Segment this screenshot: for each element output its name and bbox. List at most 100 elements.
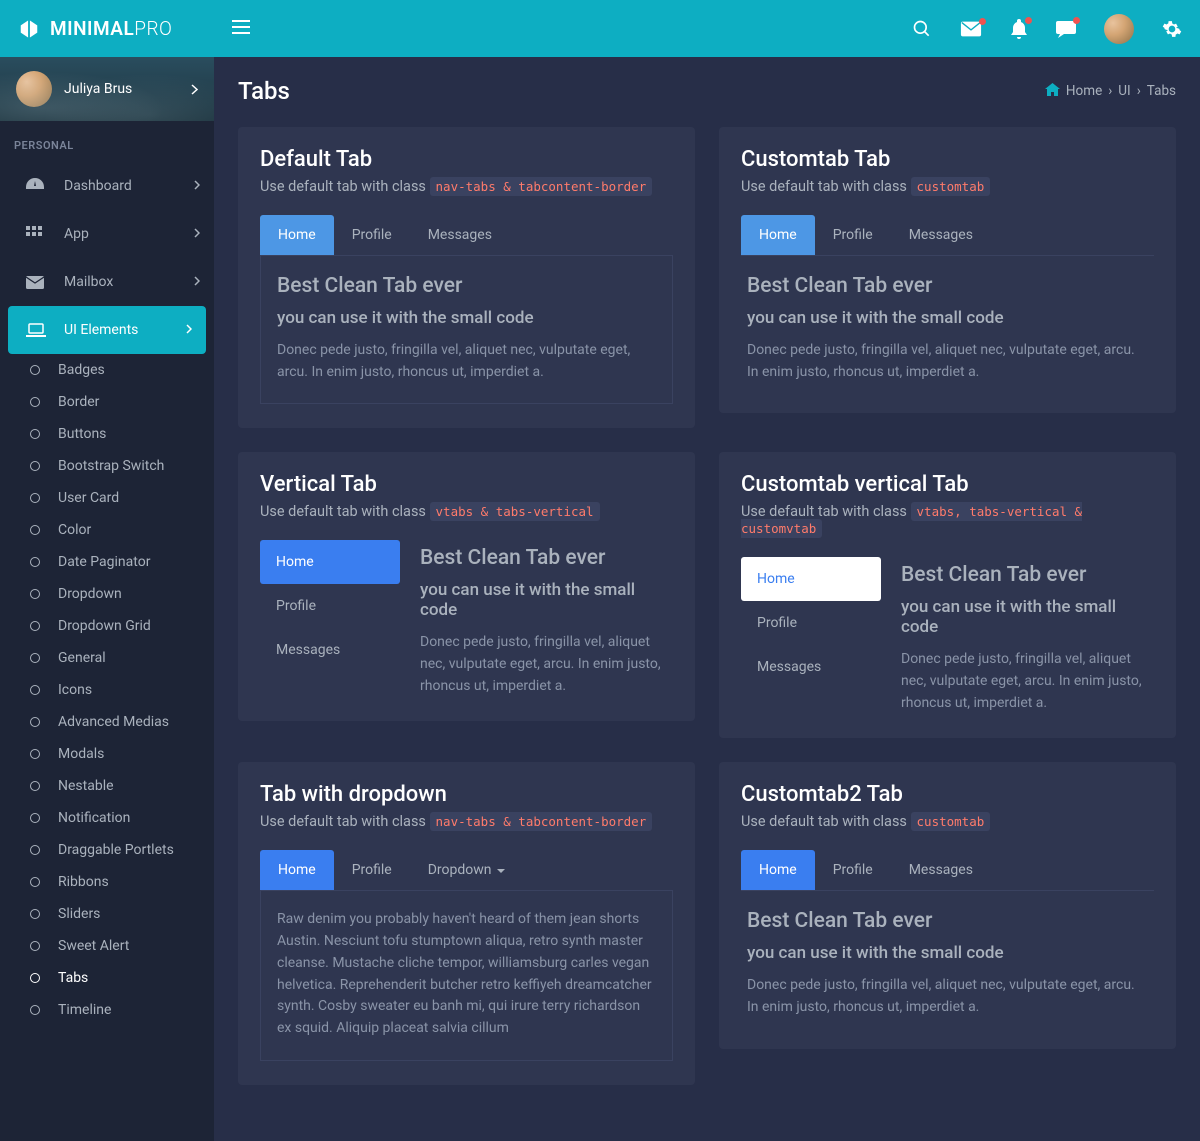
tab-profile[interactable]: Profile bbox=[741, 601, 881, 645]
grid-icon bbox=[26, 226, 48, 242]
box-sub: Use default tab with class nav-tabs & ta… bbox=[260, 813, 673, 830]
tab-home[interactable]: Home bbox=[741, 557, 881, 601]
content-paragraph: Donec pede justo, fringilla vel, aliquet… bbox=[277, 340, 656, 383]
chat-icon[interactable] bbox=[1056, 19, 1076, 39]
tab-profile[interactable]: Profile bbox=[334, 850, 410, 890]
tab-profile[interactable]: Profile bbox=[260, 584, 400, 628]
header-icons bbox=[912, 14, 1182, 44]
nav-label: UI Elements bbox=[64, 322, 138, 338]
tab-home[interactable]: Home bbox=[260, 850, 334, 890]
sidebar-item-dropdown[interactable]: Dropdown bbox=[0, 578, 214, 610]
chevron-right-icon bbox=[191, 80, 198, 99]
home-icon[interactable] bbox=[1045, 83, 1060, 100]
bell-icon[interactable] bbox=[1010, 19, 1028, 39]
tab-content: Best Clean Tab ever you can use it with … bbox=[420, 540, 673, 697]
sidebar-item-color[interactable]: Color bbox=[0, 514, 214, 546]
circle-icon bbox=[30, 973, 40, 983]
tab-home[interactable]: Home bbox=[741, 215, 815, 255]
nav-ui-elements[interactable]: UI Elements bbox=[8, 306, 206, 354]
dashboard-icon bbox=[26, 178, 48, 194]
nav-mailbox[interactable]: Mailbox bbox=[0, 258, 214, 306]
sidebar-item-modals[interactable]: Modals bbox=[0, 738, 214, 770]
box-default-tab: Default Tab Use default tab with class n… bbox=[238, 127, 695, 428]
box-sub: Use default tab with class customtab bbox=[741, 178, 1154, 195]
sidebar-item-notification[interactable]: Notification bbox=[0, 802, 214, 834]
tab-profile[interactable]: Profile bbox=[815, 215, 891, 255]
nav-dashboard[interactable]: Dashboard bbox=[0, 162, 214, 210]
sidebar-item-bootstrap-switch[interactable]: Bootstrap Switch bbox=[0, 450, 214, 482]
tab-home[interactable]: Home bbox=[260, 540, 400, 584]
logo-text-2: PRO bbox=[134, 17, 172, 40]
sidebar-item-tabs[interactable]: Tabs bbox=[0, 962, 214, 994]
box-custom-vertical-tab: Customtab vertical Tab Use default tab w… bbox=[719, 452, 1176, 738]
circle-icon bbox=[30, 845, 40, 855]
mail-icon[interactable] bbox=[960, 20, 982, 38]
sidebar-item-label: Dropdown bbox=[58, 586, 122, 602]
header-right bbox=[214, 14, 1200, 44]
sidebar-item-buttons[interactable]: Buttons bbox=[0, 418, 214, 450]
chevron-right-icon bbox=[194, 274, 200, 290]
tab-home[interactable]: Home bbox=[741, 850, 815, 890]
tab-messages[interactable]: Messages bbox=[410, 215, 510, 255]
sidebar-item-date-paginator[interactable]: Date Paginator bbox=[0, 546, 214, 578]
menu-toggle-icon[interactable] bbox=[232, 19, 250, 38]
sidebar-item-label: Badges bbox=[58, 362, 105, 378]
tab-dropdown[interactable]: Dropdown bbox=[410, 850, 524, 890]
sidebar-item-label: Sliders bbox=[58, 906, 100, 922]
sidebar-item-user-card[interactable]: User Card bbox=[0, 482, 214, 514]
chevron-right-icon bbox=[194, 226, 200, 242]
tab-messages[interactable]: Messages bbox=[260, 628, 400, 672]
user-avatar-icon bbox=[16, 71, 52, 107]
tabs-row: Home Profile Dropdown bbox=[260, 850, 673, 891]
search-icon[interactable] bbox=[912, 19, 932, 39]
badge-dot bbox=[1073, 17, 1080, 24]
crumb-home[interactable]: Home bbox=[1066, 83, 1102, 99]
sidebar-item-ribbons[interactable]: Ribbons bbox=[0, 866, 214, 898]
user-panel[interactable]: Juliya Brus bbox=[0, 57, 214, 121]
gear-icon[interactable] bbox=[1162, 19, 1182, 39]
sidebar-item-icons[interactable]: Icons bbox=[0, 674, 214, 706]
content-heading: Best Clean Tab ever bbox=[747, 909, 1148, 933]
content-heading: Best Clean Tab ever bbox=[277, 274, 656, 298]
sidebar-item-sliders[interactable]: Sliders bbox=[0, 898, 214, 930]
circle-icon bbox=[30, 525, 40, 535]
tab-profile[interactable]: Profile bbox=[815, 850, 891, 890]
sidebar-item-sweet-alert[interactable]: Sweet Alert bbox=[0, 930, 214, 962]
circle-icon bbox=[30, 589, 40, 599]
sidebar-item-general[interactable]: General bbox=[0, 642, 214, 674]
logo[interactable]: MINIMALPRO bbox=[0, 0, 214, 57]
nav-ui-children: Badges Border Buttons Bootstrap SwitchUser … bbox=[0, 354, 214, 1026]
nav-app[interactable]: App bbox=[0, 210, 214, 258]
sidebar-item-label: Timeline bbox=[58, 1002, 111, 1018]
vertical-tabs: Home Profile Messages Best Clean Tab eve… bbox=[260, 540, 673, 697]
sidebar-item-label: Ribbons bbox=[58, 874, 109, 890]
tab-profile[interactable]: Profile bbox=[334, 215, 410, 255]
content-heading: Best Clean Tab ever bbox=[901, 563, 1154, 587]
crumb-sep: › bbox=[1108, 83, 1112, 99]
tab-messages[interactable]: Messages bbox=[741, 645, 881, 689]
box-title: Customtab2 Tab bbox=[741, 782, 1154, 807]
circle-icon bbox=[30, 685, 40, 695]
tab-home[interactable]: Home bbox=[260, 215, 334, 255]
sidebar-item-advanced-medias[interactable]: Advanced Medias bbox=[0, 706, 214, 738]
sidebar-item-draggable-portlets[interactable]: Draggable Portlets bbox=[0, 834, 214, 866]
sidebar-item-border[interactable]: Border bbox=[0, 386, 214, 418]
nav-label: Mailbox bbox=[64, 274, 113, 290]
tab-messages[interactable]: Messages bbox=[891, 215, 991, 255]
sidebar-item-label: Modals bbox=[58, 746, 104, 762]
sidebar-item-dropdown-grid[interactable]: Dropdown Grid bbox=[0, 610, 214, 642]
sidebar-item-badges[interactable]: Badges bbox=[0, 354, 214, 386]
box-title: Default Tab bbox=[260, 147, 673, 172]
tab-content: Best Clean Tab ever you can use it with … bbox=[260, 256, 673, 404]
user-avatar[interactable] bbox=[1104, 14, 1134, 44]
content-subheading: you can use it with the small code bbox=[277, 308, 656, 328]
sidebar-item-label: Buttons bbox=[58, 426, 106, 442]
tab-content: Best Clean Tab ever you can use it with … bbox=[901, 557, 1154, 714]
sidebar-item-nestable[interactable]: Nestable bbox=[0, 770, 214, 802]
tab-messages[interactable]: Messages bbox=[891, 850, 991, 890]
tab-content: Best Clean Tab ever you can use it with … bbox=[741, 891, 1154, 1024]
sidebar-item-timeline[interactable]: Timeline bbox=[0, 994, 214, 1026]
user-name: Juliya Brus bbox=[64, 81, 132, 97]
laptop-icon bbox=[26, 323, 48, 338]
crumb-ui[interactable]: UI bbox=[1118, 83, 1130, 99]
